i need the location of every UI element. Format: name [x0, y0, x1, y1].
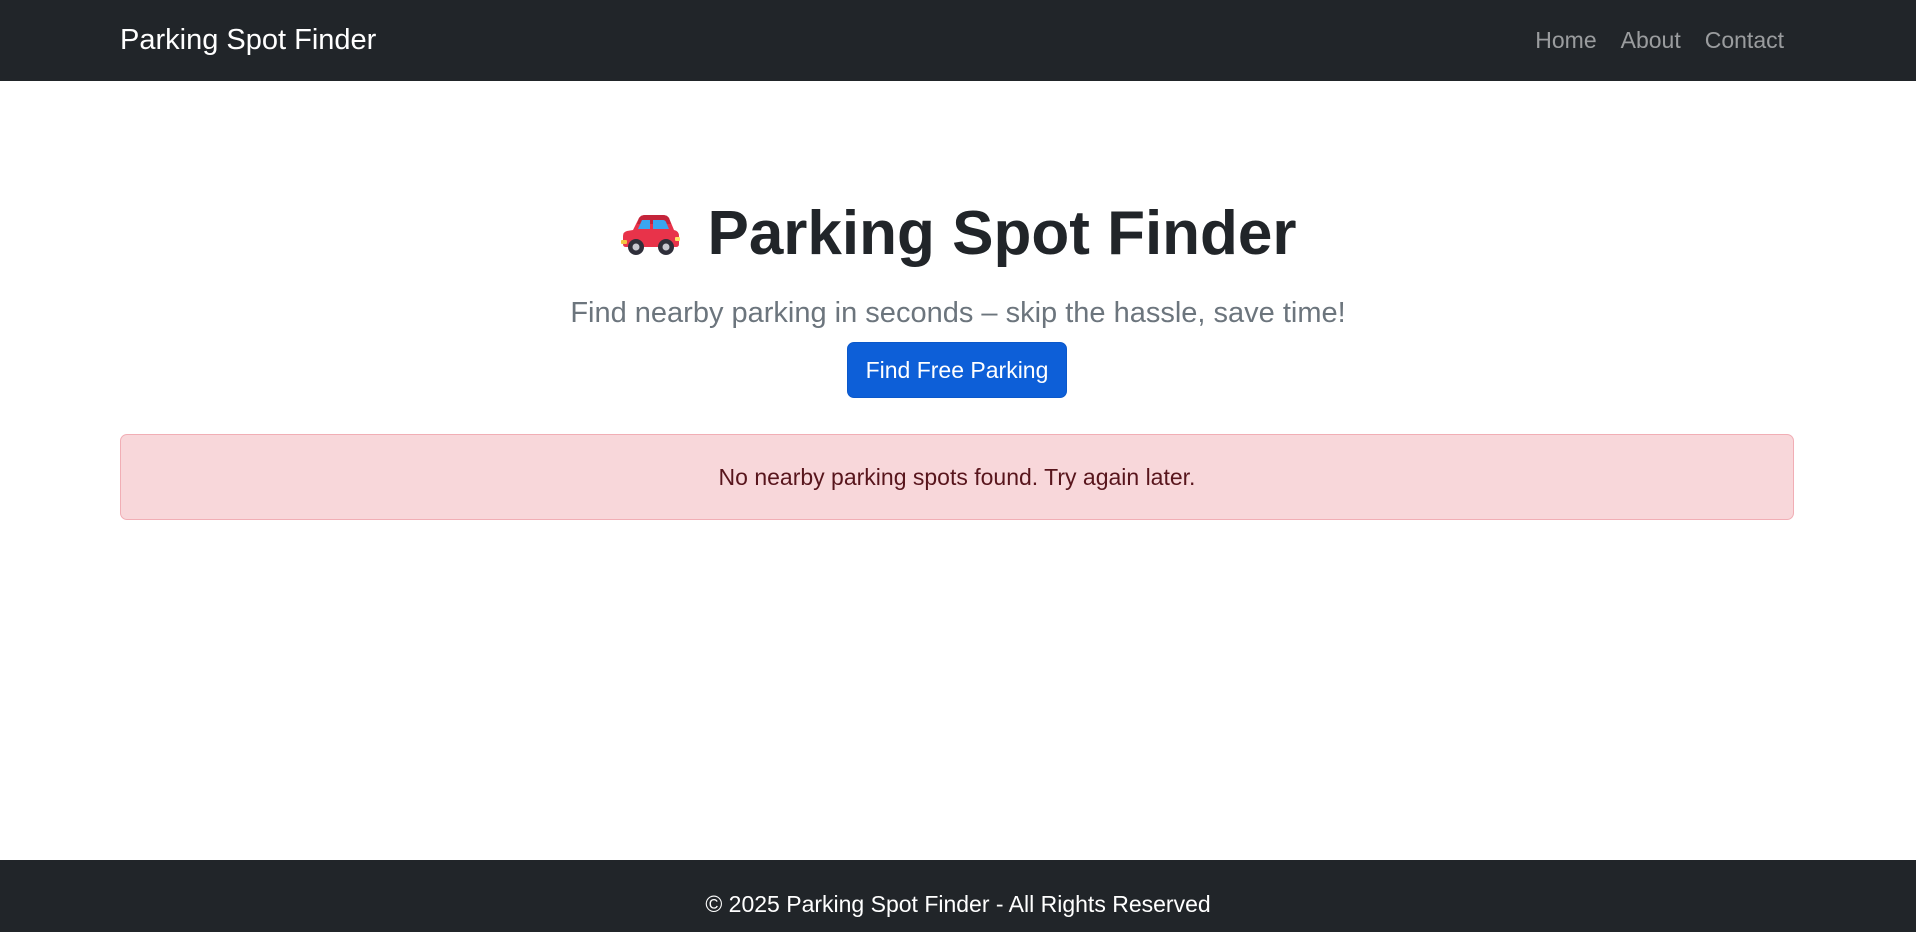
no-results-alert: No nearby parking spots found. Try again…: [120, 434, 1794, 520]
top-navbar: Parking Spot Finder Home About Contact: [0, 0, 1916, 81]
find-free-parking-button[interactable]: Find Free Parking: [847, 342, 1067, 398]
footer: © 2025 Parking Spot Finder - All Rights …: [0, 860, 1916, 932]
footer-copyright: © 2025 Parking Spot Finder - All Rights …: [705, 891, 1211, 917]
navbar-brand[interactable]: Parking Spot Finder: [120, 0, 376, 81]
car-icon: [619, 198, 681, 255]
nav-link-home[interactable]: Home: [1535, 27, 1596, 54]
page: Parking Spot Finder Home About Contact P…: [0, 0, 1916, 932]
page-title-text: Parking Spot Finder: [707, 198, 1297, 268]
page-subtitle: Find nearby parking in seconds – skip th…: [570, 297, 1346, 329]
nav-links: Home About Contact: [1535, 0, 1784, 81]
nav-link-about[interactable]: About: [1621, 27, 1681, 54]
nav-link-contact[interactable]: Contact: [1705, 27, 1784, 54]
alert-message: No nearby parking spots found. Try again…: [718, 463, 1196, 490]
page-title: Parking Spot Finder: [0, 194, 1916, 274]
